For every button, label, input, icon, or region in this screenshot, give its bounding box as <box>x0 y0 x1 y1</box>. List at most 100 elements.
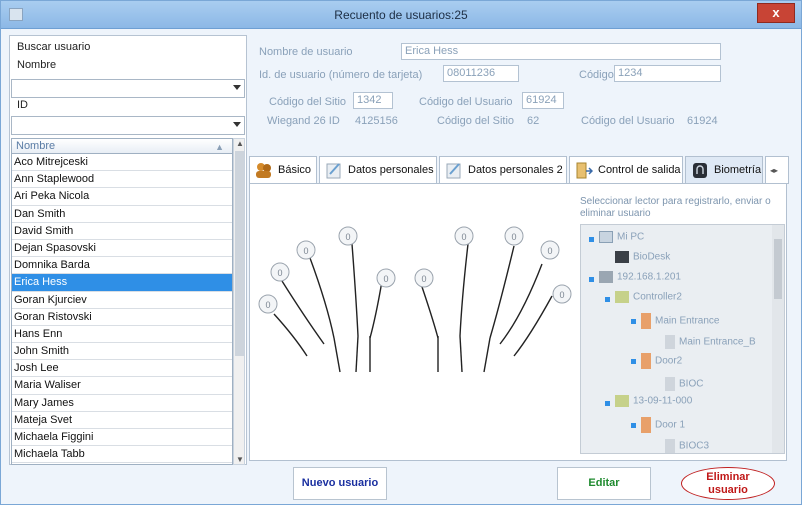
code-label: Código <box>579 69 614 81</box>
finger-slot[interactable]: 0 <box>540 240 560 260</box>
tab-scroll-buttons[interactable]: ◂▸ <box>765 156 789 184</box>
finger-count-label: 0 <box>383 274 388 284</box>
tree-scrollbar[interactable] <box>772 225 784 453</box>
edit-button[interactable]: Editar <box>557 467 651 500</box>
scroll-down-icon[interactable]: ▼ <box>236 455 244 464</box>
list-item[interactable]: Mary James <box>12 395 232 412</box>
finger-slot[interactable]: 0 <box>504 226 524 246</box>
list-item[interactable]: Michaela Tabb <box>12 446 232 464</box>
chevron-down-icon <box>233 85 241 90</box>
tree-node-ip-label: 192.168.1.201 <box>617 271 681 283</box>
tree-node-mi-pc-label: Mi PC <box>617 231 645 243</box>
username-field[interactable]: Erica Hess <box>401 43 721 60</box>
tree-node-mi-pc[interactable]: Mi PC <box>599 231 644 243</box>
site-code-label: Código del Sitio <box>269 96 347 108</box>
code-field[interactable]: 1234 <box>614 65 721 82</box>
tree-expander[interactable] <box>605 297 610 302</box>
finger-slot[interactable]: 0 <box>454 226 474 246</box>
tree-node-door2[interactable]: Door2 <box>641 353 682 369</box>
tab-basico-label: Básico <box>278 164 312 176</box>
tree-node-main-entrance-device[interactable]: Main Entrance_B <box>665 335 756 349</box>
list-item[interactable]: Goran Ristovski <box>12 309 232 326</box>
list-item[interactable]: Mateja Svet <box>12 412 232 429</box>
list-item[interactable]: Josh Lee <box>12 360 232 378</box>
tree-expander[interactable] <box>631 423 636 428</box>
new-user-button-label: Nuevo usuario <box>301 477 379 489</box>
delete-user-button[interactable]: Eliminar usuario <box>681 467 775 500</box>
list-item[interactable]: Ann Staplewood <box>12 171 232 189</box>
hands-diagram: 0 0 0 0 0 0 0 0 0 0 <box>258 226 572 373</box>
reader-icon <box>665 377 675 391</box>
user-id-label: Id. de usuario (número de tarjeta) <box>259 69 423 81</box>
list-item[interactable]: Aco Mitrejceski <box>12 154 232 172</box>
tree-expander[interactable] <box>631 359 636 364</box>
close-button[interactable]: x <box>757 3 795 23</box>
finger-slot[interactable]: 0 <box>338 226 358 246</box>
tab-biometria[interactable]: Biometría <box>685 156 763 184</box>
finger-slot[interactable]: 0 <box>552 284 572 304</box>
user-list[interactable]: Aco Mitrejceski Ann Staplewood Ari Peka Ni… <box>11 153 233 465</box>
tree-node-ip[interactable]: 192.168.1.201 <box>599 271 681 283</box>
list-item[interactable]: Erica Hess <box>12 274 232 292</box>
tree-expander[interactable] <box>631 319 636 324</box>
id-filter-combo[interactable] <box>11 116 245 135</box>
tab-control-de-salida[interactable]: Control de salida <box>569 156 683 184</box>
list-header-label: Nombre <box>16 140 56 152</box>
finger-slot[interactable]: 0 <box>414 268 434 288</box>
tree-node-controller[interactable]: Controller2 <box>615 291 682 303</box>
tree-node-controller-id-label: 13-09-11-000 <box>633 395 693 407</box>
tree-expander[interactable] <box>589 237 594 242</box>
tree-node-main-entrance[interactable]: Main Entrance <box>641 313 719 329</box>
list-item[interactable]: Dan Smith <box>12 206 232 223</box>
tab-datos-personales-2[interactable]: Datos personales 2 <box>439 156 567 184</box>
tree-node-bioc[interactable]: BIOC <box>665 377 703 391</box>
tree-expander[interactable] <box>589 277 594 282</box>
finger-slot[interactable]: 0 <box>258 294 278 314</box>
id-filter-label: ID <box>17 99 28 111</box>
list-item[interactable]: Hans Enn <box>12 326 232 344</box>
site-code-label-2: Código del Sitio <box>437 115 515 127</box>
chevron-down-icon <box>233 122 241 127</box>
finger-count-label: 0 <box>303 246 308 256</box>
notes-icon <box>446 163 461 179</box>
controller-icon <box>615 395 629 407</box>
list-header-name[interactable]: Nombre ▲ <box>11 138 233 154</box>
tree-node-biodesk-label: BioDesk <box>633 251 671 263</box>
tree-node-controller-id[interactable]: 13-09-11-000 <box>615 395 692 407</box>
list-item[interactable]: David Smith <box>12 223 232 240</box>
user-code-label-2: Código del Usuario <box>581 115 675 127</box>
list-item[interactable]: Goran Kjurciev <box>12 292 232 309</box>
list-item[interactable]: Maria Waliser <box>12 377 232 395</box>
finger-slot[interactable]: 0 <box>296 240 316 260</box>
reader-tree[interactable]: Mi PC BioDesk 192.168.1.201 Controller2 … <box>580 224 785 454</box>
finger-slot[interactable]: 0 <box>376 268 396 288</box>
site-code-field[interactable]: 1342 <box>353 92 393 109</box>
tree-node-door1[interactable]: Door 1 <box>641 417 685 433</box>
finger-count-label: 0 <box>461 232 466 242</box>
scroll-up-icon[interactable]: ▲ <box>236 139 244 148</box>
controller-icon <box>615 291 629 303</box>
finger-count-label: 0 <box>511 232 516 242</box>
tree-node-biodesk[interactable]: BioDesk <box>615 251 670 263</box>
user-id-field[interactable]: 08011236 <box>443 65 519 82</box>
tab-datos-personales[interactable]: Datos personales <box>319 156 437 184</box>
username-label: Nombre de usuario <box>259 46 353 58</box>
tree-expander[interactable] <box>605 401 610 406</box>
list-item[interactable]: Domnika Barda <box>12 257 232 275</box>
tree-node-bioc-label: BIOC <box>679 378 704 390</box>
tree-scroll-thumb[interactable] <box>774 239 782 299</box>
user-code-field[interactable]: 61924 <box>522 92 564 109</box>
finger-count-label: 0 <box>265 300 270 310</box>
finger-slot[interactable]: 0 <box>270 262 290 282</box>
name-filter-combo[interactable] <box>11 79 245 98</box>
list-item[interactable]: Michaela Figgini <box>12 429 232 447</box>
list-item[interactable]: Dejan Spasovski <box>12 240 232 258</box>
scroll-thumb[interactable] <box>235 151 244 356</box>
new-user-button[interactable]: Nuevo usuario <box>293 467 387 500</box>
tree-node-bioc3[interactable]: BIOC3 <box>665 439 709 453</box>
tab-basico[interactable]: Básico <box>249 156 317 184</box>
list-item[interactable]: Ari Peka Nicola <box>12 188 232 206</box>
fingerprint-icon <box>693 163 707 178</box>
list-item[interactable]: John Smith <box>12 343 232 361</box>
user-list-scrollbar[interactable]: ▲ ▼ <box>233 138 245 465</box>
